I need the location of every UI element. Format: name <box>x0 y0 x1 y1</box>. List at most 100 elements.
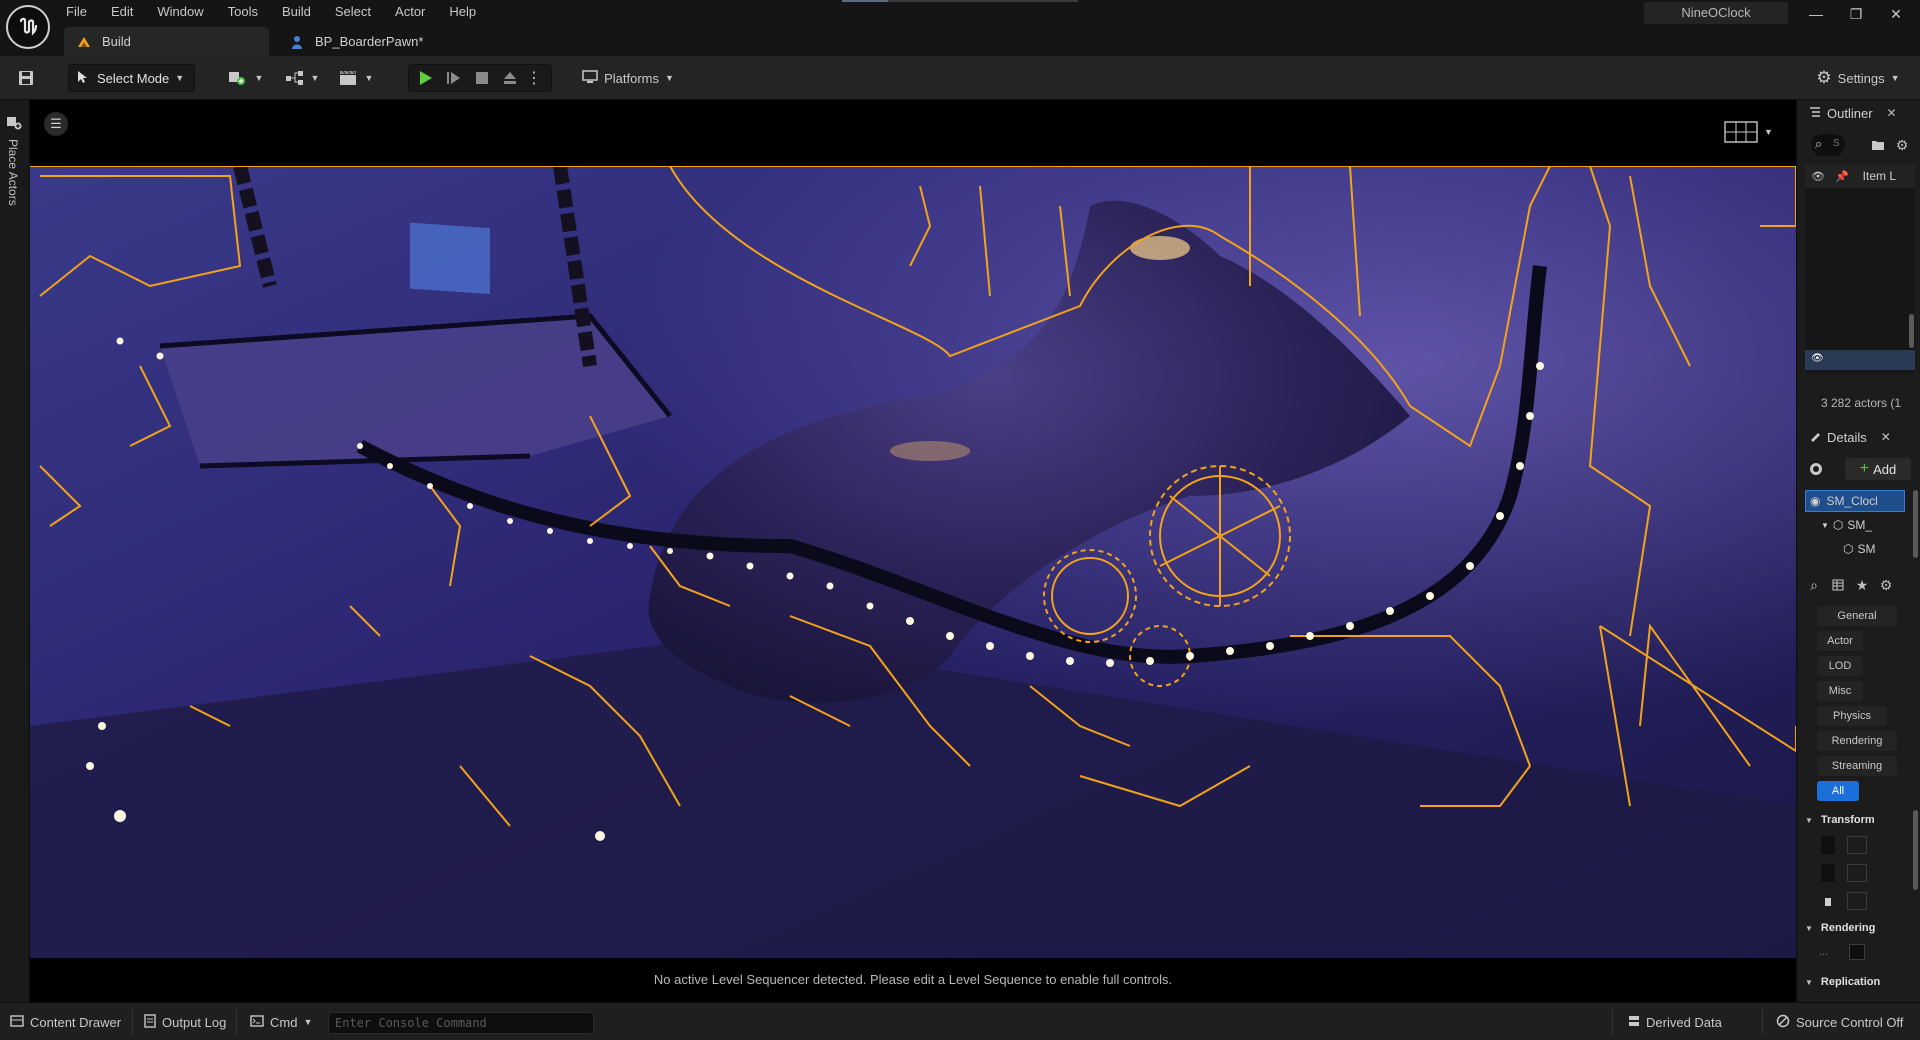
tab-build[interactable]: Build <box>64 27 269 56</box>
chevron-down-icon: ▼ <box>1764 127 1773 137</box>
star-icon[interactable]: ★ <box>1851 574 1873 596</box>
visibility-icon[interactable]: 👁 <box>1811 170 1825 183</box>
component-row[interactable]: ◉ SM_Clocl <box>1805 490 1905 512</box>
menu-bar: File Edit Window Tools Build Select Acto… <box>56 0 488 24</box>
transform-section-label: Transform <box>1820 814 1875 826</box>
more-options-icon[interactable]: ⋮ <box>525 67 543 89</box>
derived-data-label: Derived Data <box>1646 1014 1722 1030</box>
location-field[interactable] <box>1821 836 1835 854</box>
add-actor-button[interactable]: ▼ <box>226 64 264 92</box>
output-log-button[interactable]: Output Log <box>144 1012 226 1032</box>
chevron-down-icon: ▼ <box>364 73 374 83</box>
source-control-button[interactable]: Source Control Off <box>1776 1012 1903 1032</box>
eject-icon[interactable] <box>499 67 521 89</box>
restore-button[interactable]: ❐ <box>1846 4 1866 24</box>
blueprints-button[interactable]: ▼ <box>282 64 322 92</box>
advance-frame-icon[interactable] <box>443 67 465 89</box>
viewport-layout-button[interactable]: ▼ <box>1724 120 1776 144</box>
rendering-checkbox[interactable] <box>1849 944 1865 960</box>
status-bar: Content Drawer Output Log Cmd ▼ Enter Co… <box>0 1002 1920 1040</box>
filter-lod-button[interactable]: LOD <box>1817 656 1863 676</box>
place-actors-icon <box>6 117 22 133</box>
outliner-header-label[interactable]: Item L <box>1863 169 1896 183</box>
place-actors-tab[interactable]: Place Actors <box>6 114 26 206</box>
outliner-title: Outliner <box>1827 105 1873 121</box>
filter-physics-button[interactable]: Physics <box>1817 706 1887 726</box>
filter-streaming-button[interactable]: Streaming <box>1817 756 1897 776</box>
filter-actor-button[interactable]: Actor <box>1817 631 1863 651</box>
title-drag-strip <box>888 0 1078 2</box>
play-icon[interactable] <box>415 67 437 89</box>
rotation-field[interactable] <box>1821 864 1835 882</box>
select-mode-dropdown[interactable]: Select Mode ▼ <box>68 64 195 92</box>
rendering-section-header[interactable]: ▼ Rendering <box>1805 917 1911 939</box>
transform-section-header[interactable]: ▼ Transform <box>1805 809 1911 831</box>
right-panels: Outliner ✕ ⌕ S ⚙ 👁 📌 Item L 👁 3 282 acto… <box>1796 100 1920 1002</box>
platforms-dropdown[interactable]: Platforms ▼ <box>578 64 678 92</box>
menu-actor[interactable]: Actor <box>383 0 437 24</box>
component-row[interactable]: ⬡ SM <box>1805 538 1905 560</box>
filter-misc-button[interactable]: Misc <box>1817 681 1863 701</box>
settings-dropdown[interactable]: ⚙ Settings ▼ <box>1808 64 1908 92</box>
folder-add-icon[interactable] <box>1867 134 1889 156</box>
components-scrollbar[interactable] <box>1913 490 1918 558</box>
outliner-search-input[interactable]: ⌕ S <box>1811 134 1845 156</box>
details-icon <box>1809 430 1821 445</box>
cmd-dropdown[interactable]: Cmd ▼ <box>250 1012 312 1032</box>
outliner-settings-icon[interactable]: ⚙ <box>1891 134 1913 156</box>
console-command-input[interactable]: Enter Console Command <box>328 1012 594 1034</box>
select-mode-label: Select Mode <box>97 70 170 86</box>
cinematics-button[interactable]: ▼ <box>336 64 376 92</box>
outliner-list[interactable]: 👁 📌 Item L 👁 <box>1805 164 1915 374</box>
details-scrollbar[interactable] <box>1913 810 1918 890</box>
unreal-logo-icon[interactable] <box>6 5 50 49</box>
sequencer-message: No active Level Sequencer detected. Plea… <box>653 972 1173 987</box>
outliner-close-icon[interactable]: ✕ <box>1887 106 1897 120</box>
filter-all-button[interactable]: All <box>1817 781 1859 801</box>
output-log-label: Output Log <box>162 1014 227 1030</box>
menu-window[interactable]: Window <box>145 0 215 24</box>
table-view-icon[interactable] <box>1827 574 1849 596</box>
menu-file[interactable]: File <box>56 0 99 24</box>
outliner-selected-row[interactable]: 👁 <box>1805 350 1915 370</box>
pin-icon[interactable]: 📌 <box>1835 170 1849 183</box>
output-log-icon <box>144 1013 156 1031</box>
menu-tools[interactable]: Tools <box>216 0 270 24</box>
title-drag-indicator <box>842 0 888 2</box>
replication-section-header[interactable]: ▼ Replication <box>1805 971 1911 993</box>
outliner-search-hint: S <box>1833 138 1840 149</box>
minimize-button[interactable]: — <box>1806 4 1826 24</box>
scale-lock-icon[interactable] <box>1825 898 1831 906</box>
menu-help[interactable]: Help <box>437 0 488 24</box>
search-icon[interactable]: ⌕ <box>1803 574 1825 596</box>
cat-highlight-2 <box>890 441 970 461</box>
outliner-scrollbar[interactable] <box>1909 314 1914 348</box>
details-settings-icon[interactable]: ⚙ <box>1875 574 1897 596</box>
tab-bp-boarderpawn[interactable]: BP_BoarderPawn* <box>269 27 435 56</box>
platforms-label: Platforms <box>604 70 659 86</box>
stop-icon[interactable] <box>471 67 493 89</box>
level-viewport[interactable]: ☰ ▼ No active Level Sequencer detected. … <box>30 100 1796 1002</box>
add-component-button[interactable]: + Add <box>1845 458 1911 480</box>
save-icon[interactable] <box>12 64 40 92</box>
content-drawer-button[interactable]: Content Drawer <box>10 1012 121 1032</box>
filter-general-button[interactable]: General <box>1817 606 1897 626</box>
visibility-icon[interactable]: 👁 <box>1811 353 1824 364</box>
outliner-tab[interactable]: Outliner ✕ <box>1809 100 1897 126</box>
filter-rendering-button[interactable]: Rendering <box>1817 731 1897 751</box>
platforms-icon <box>582 69 598 87</box>
settings-label: Settings <box>1837 70 1885 86</box>
viewport-options-button[interactable]: ☰ <box>44 112 68 136</box>
level-icon <box>76 34 92 50</box>
menu-build[interactable]: Build <box>270 0 323 24</box>
details-close-icon[interactable]: ✕ <box>1881 430 1891 444</box>
menu-edit[interactable]: Edit <box>99 0 145 24</box>
main-toolbar: Select Mode ▼ ▼ ▼ ▼ ⋮ Platforms ▼ ⚙ Sett… <box>0 56 1920 100</box>
details-tab[interactable]: Details ✕ <box>1809 424 1891 450</box>
content-drawer-icon <box>10 1014 24 1030</box>
component-row[interactable]: ▼ ⬡ SM_ <box>1805 514 1905 536</box>
close-window-button[interactable]: ✕ <box>1886 4 1906 24</box>
scene-render[interactable] <box>30 166 1796 958</box>
derived-data-button[interactable]: Derived Data <box>1628 1012 1722 1032</box>
menu-select[interactable]: Select <box>323 0 383 24</box>
